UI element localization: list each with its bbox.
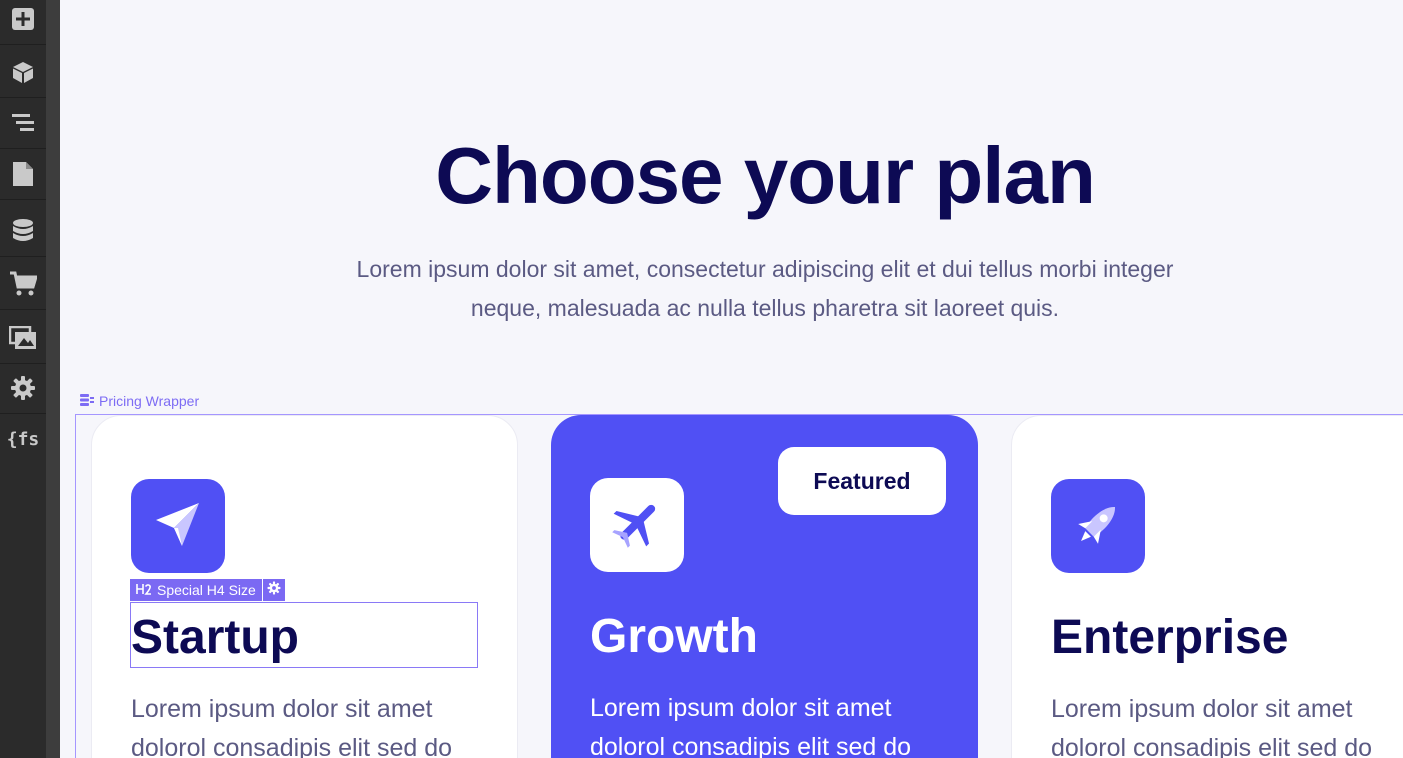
navigator-button[interactable]	[0, 97, 46, 149]
pricing-wrapper-label-text: Pricing Wrapper	[99, 393, 200, 409]
hero-subtitle: Lorem ipsum dolor sit amet, consectetur …	[356, 256, 1174, 321]
cms-button[interactable]	[0, 205, 46, 257]
ecommerce-cart-icon	[9, 271, 37, 297]
designer-canvas[interactable]: Choose your plan Lorem ipsum dolor sit a…	[60, 0, 1403, 758]
heading-h2-icon	[136, 582, 152, 598]
navigator-icon	[11, 111, 35, 135]
settings-button[interactable]	[0, 362, 46, 414]
add-panel-button[interactable]	[0, 0, 46, 45]
element-settings-button[interactable]	[262, 579, 285, 601]
pages-button[interactable]	[0, 148, 46, 200]
selected-heading-outline	[130, 602, 478, 668]
finsweet-attributes-button[interactable]: {fs	[0, 414, 46, 465]
gear-icon	[267, 581, 281, 600]
ecommerce-button[interactable]	[0, 258, 46, 310]
settings-gear-icon	[10, 375, 36, 401]
components-button[interactable]	[0, 46, 46, 98]
cms-database-icon	[11, 218, 35, 244]
finsweet-attributes-icon: {fs	[6, 429, 40, 450]
components-cube-icon	[11, 60, 35, 84]
assets-button[interactable]	[0, 312, 46, 364]
assets-icon	[9, 325, 37, 350]
pricing-wrapper-selection-label[interactable]: Pricing Wrapper	[80, 393, 199, 409]
pages-icon	[12, 161, 34, 187]
add-panel-icon	[11, 7, 35, 31]
designer-left-toolbar: {fs	[0, 0, 60, 758]
toolbar-rail	[46, 0, 60, 758]
heading-tag-label[interactable]: Special H4 Size	[130, 579, 262, 601]
heading-tag-text: Special H4 Size	[157, 582, 256, 598]
page-title: Choose your plan	[435, 131, 1096, 220]
selected-element-tag[interactable]: Special H4 Size	[130, 579, 285, 601]
stack-layers-icon	[80, 393, 94, 409]
